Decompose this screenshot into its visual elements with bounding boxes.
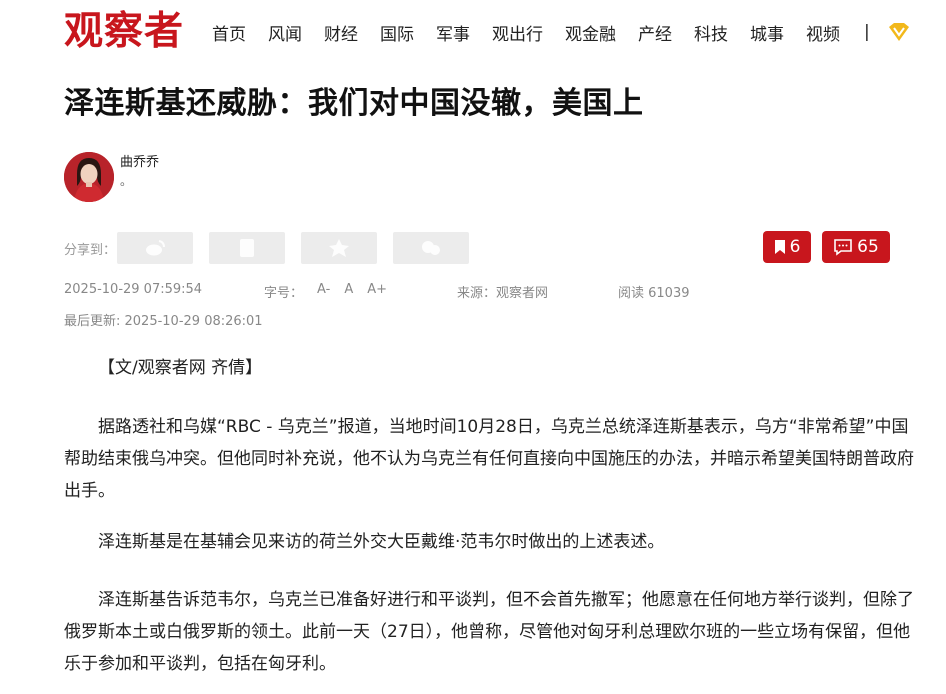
vip-badge-icon[interactable] [888,21,910,43]
share-qzone-button[interactable] [301,232,377,264]
nav-item-city[interactable]: 城事 [750,20,784,45]
font-smaller-button[interactable]: A- [317,282,330,301]
publish-time: 2025-10-29 07:59:54 [64,282,203,297]
comment-button[interactable]: 65 [822,231,890,263]
nav-separator: | [864,22,870,42]
share-label: 分享到： [64,243,117,258]
article-title: 泽连斯基还威胁：我们对中国没辙，美国上 [64,86,644,121]
nav-item-video[interactable]: 视频 [806,20,840,45]
last-updated: 最后更新: 2025-10-29 08:26:01 [64,314,263,329]
comment-icon [834,239,852,256]
article-source: 来源：观察者网 [457,286,549,301]
share-weibo-button[interactable] [117,232,193,264]
nav-item-fengwen[interactable]: 风闻 [268,20,302,45]
article-paragraph: 泽连斯基是在基辅会见来访的荷兰外交大臣戴维·范韦尔时做出的上述表述。 [98,532,665,552]
nav-item-industry[interactable]: 产经 [638,20,672,45]
author-name[interactable]: 曲乔乔 [120,151,159,170]
font-larger-button[interactable]: A+ [367,282,387,301]
main-nav: 首页 风闻 财经 国际 军事 观出行 观金融 产经 科技 城事 视频 | [212,20,910,45]
weibo-icon [146,240,165,256]
nav-item-finance[interactable]: 财经 [324,20,358,45]
article-byline: 【文/观察者网 齐倩】 [98,358,263,378]
comment-count: 65 [857,237,879,257]
author-avatar[interactable] [64,152,114,202]
nav-item-international[interactable]: 国际 [380,20,414,45]
font-size-label: 字号： [264,286,304,301]
qzone-icon [329,239,349,257]
bookmark-icon [774,240,785,254]
font-normal-button[interactable]: A [344,282,353,301]
nav-item-banking[interactable]: 观金融 [565,20,616,45]
article-paragraph: 泽连斯基告诉范韦尔，乌克兰已准备好进行和平谈判，但不会首先撤军；他愿意在任何地方… [64,590,914,674]
nav-item-travel[interactable]: 观出行 [492,20,543,45]
nav-item-home[interactable]: 首页 [212,20,246,45]
bookmark-count: 6 [789,237,801,257]
douban-icon [422,241,440,255]
nav-item-military[interactable]: 军事 [436,20,470,45]
font-size-control: 字号： A- A A+ [264,282,401,301]
share-douban-button[interactable] [393,232,469,264]
article-paragraph: 据路透社和乌媒“RBC - 乌克兰”报道，当地时间10月28日，乌克兰总统泽连斯… [64,417,914,501]
site-logo[interactable]: 观察者 [64,6,184,56]
wechat-icon [240,239,254,257]
view-count: 阅读 61039 [618,286,690,301]
nav-item-tech[interactable]: 科技 [694,20,728,45]
share-wechat-button[interactable] [209,232,285,264]
author-note: 。 [120,174,133,188]
bookmark-button[interactable]: 6 [763,231,811,263]
